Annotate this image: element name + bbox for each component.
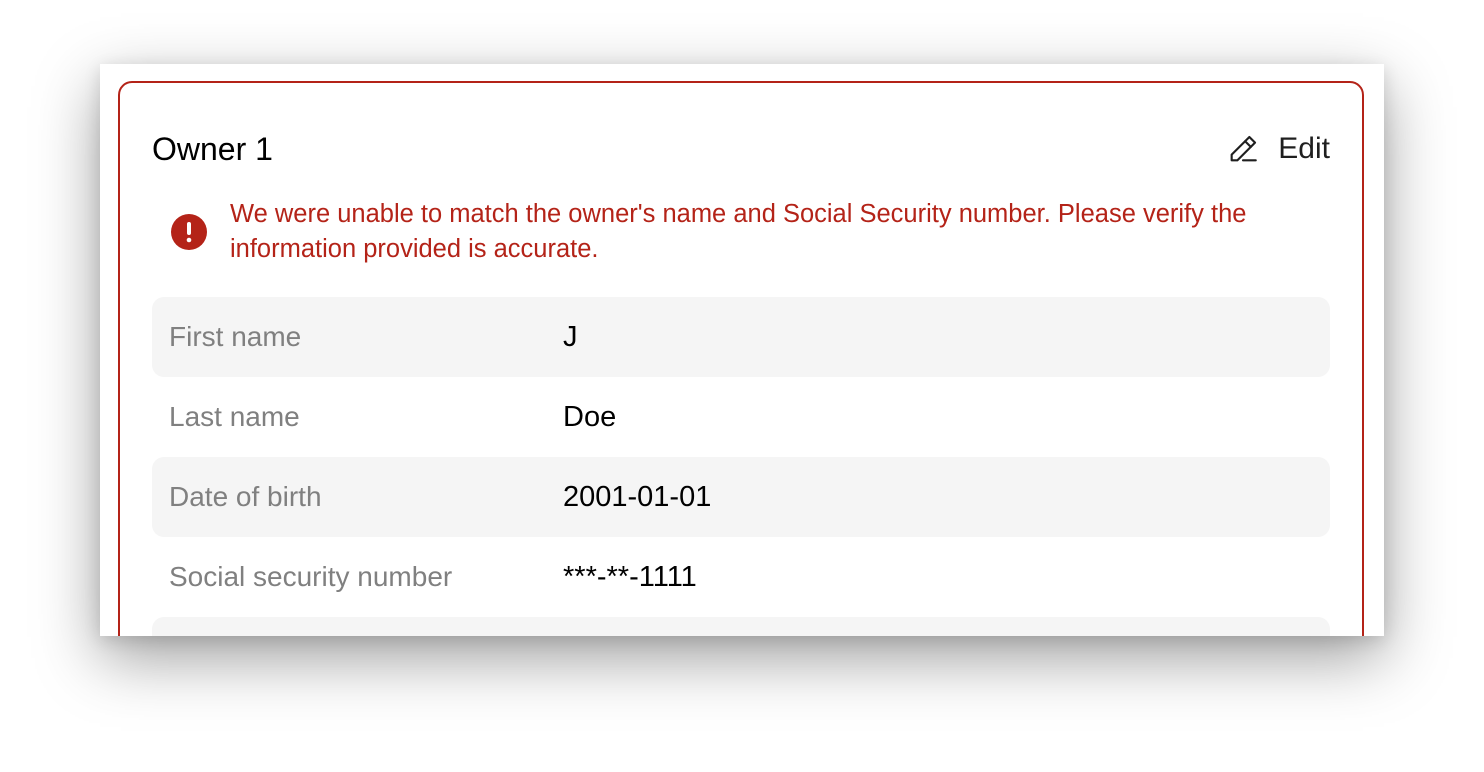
field-label: Social security number <box>169 561 453 592</box>
owner-card: Owner 1 Edit We were unable to match the… <box>118 81 1364 636</box>
pencil-icon <box>1226 132 1260 166</box>
edit-label: Edit <box>1278 132 1330 165</box>
card-header: Owner 1 Edit <box>152 129 1330 169</box>
field-label: Last name <box>169 401 300 432</box>
field-value: Doe <box>563 401 617 433</box>
field-value: J <box>563 321 578 353</box>
field-value: ***-**-1111 <box>563 561 697 593</box>
alert-message: We were unable to match the owner's name… <box>230 200 1247 263</box>
field-label: Date of birth <box>169 481 322 512</box>
field-row-date-of-birth: Date of birth 2001-01-01 <box>152 457 1330 537</box>
field-row-first-name: First name J <box>152 297 1330 377</box>
exclamation-circle-icon <box>170 213 208 251</box>
field-row-partial <box>152 617 1330 636</box>
field-row-ssn: Social security number ***-**-1111 <box>152 537 1330 617</box>
field-value: 2001-01-01 <box>563 481 712 513</box>
owner-title: Owner 1 <box>152 131 273 167</box>
edit-button[interactable]: Edit <box>1226 129 1330 169</box>
window: Owner 1 Edit We were unable to match the… <box>100 64 1384 636</box>
field-label: First name <box>169 321 302 352</box>
field-row-last-name: Last name Doe <box>152 377 1330 457</box>
owner-details-list: First name J Last name Doe Date of birth… <box>152 297 1330 636</box>
